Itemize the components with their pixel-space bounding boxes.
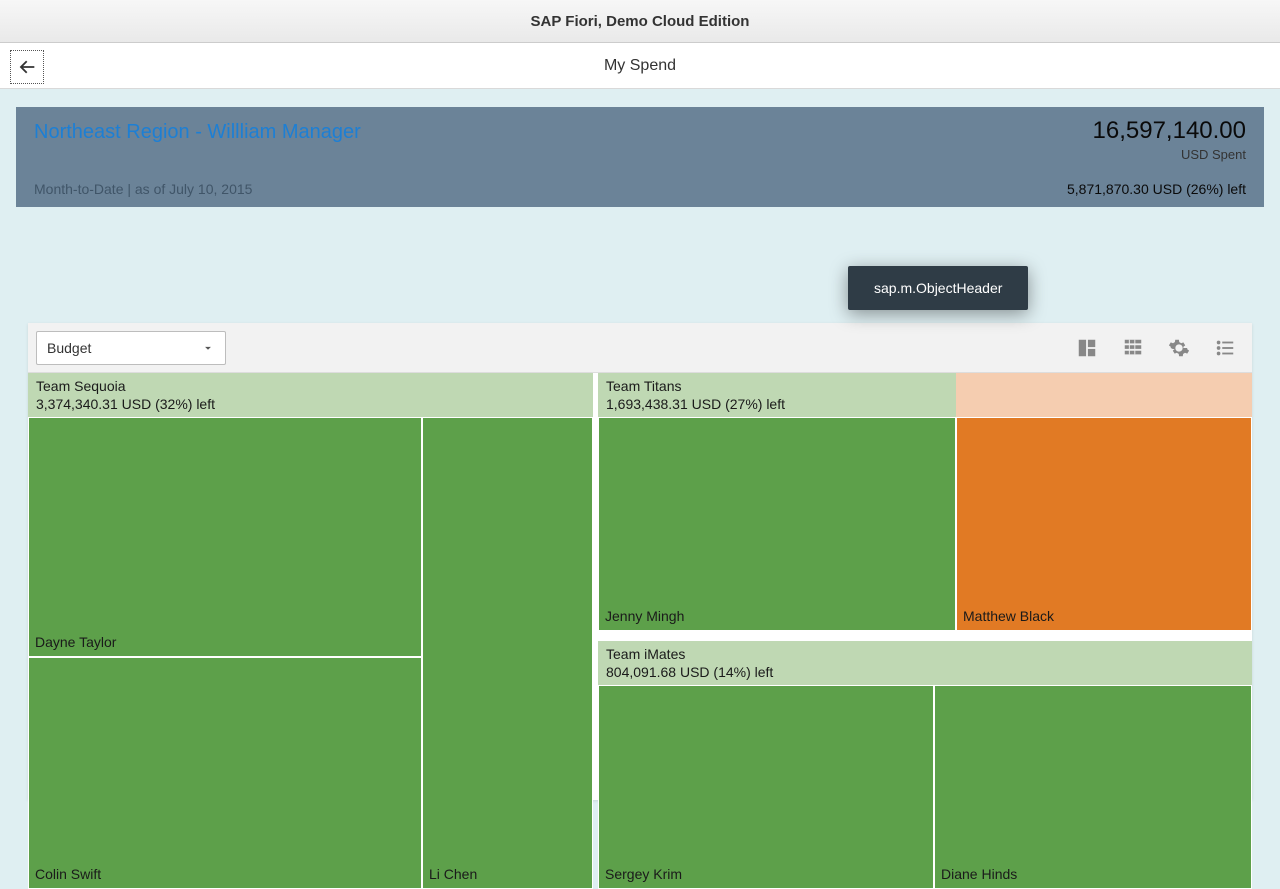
team-name: Team Sequoia [36,378,585,396]
treemap-toolbar: Budget [28,323,1252,373]
treemap-view-icon[interactable] [1076,337,1098,359]
object-header-amount: 16,597,140.00 [1093,117,1246,145]
tile-label: Colin Swift [35,866,101,882]
measure-select[interactable]: Budget [36,331,226,365]
inspector-tooltip: sap.m.ObjectHeader [848,266,1028,310]
team-summary: 804,091.68 USD (14%) left [606,664,1244,682]
object-header-remaining: 5,871,870.30 USD (26%) left [1067,181,1246,197]
tile-label: Jenny Mingh [605,608,684,624]
team-name: Team iMates [606,646,1244,664]
page-content: Northeast Region - Willliam Manager Mont… [0,89,1280,800]
tile-label: Li Chen [429,866,477,882]
list-view-icon[interactable] [1214,337,1236,359]
treemap-panel: Budget Team Sequoia 3,374,340.31 USD (32… [28,323,1252,800]
page-header: My Spend [0,43,1280,89]
object-header-title[interactable]: Northeast Region - Willliam Manager [34,121,1246,144]
team-summary: 3,374,340.31 USD (32%) left [36,396,585,414]
gear-icon[interactable] [1168,337,1190,359]
back-button[interactable] [10,50,44,84]
back-arrow-icon [16,56,38,78]
shell-header: SAP Fiori, Demo Cloud Edition [0,0,1280,43]
tile-sergey-krim[interactable]: Sergey Krim [598,685,934,889]
tile-label: Diane Hinds [941,866,1017,882]
tile-matthew-black[interactable]: Matthew Black [956,417,1252,631]
object-header-amount-unit: USD Spent [1093,147,1246,162]
chevron-down-icon [201,341,215,355]
team-name: Team Titans [606,378,948,396]
team-header-imates[interactable]: Team iMates 804,091.68 USD (14%) left [598,641,1252,685]
tile-dayne-taylor[interactable]: Dayne Taylor [28,417,422,657]
tile-colin-swift[interactable]: Colin Swift [28,657,422,889]
team-header-titans-orange[interactable] [956,373,1252,417]
object-header-subtitle: Month-to-Date | as of July 10, 2015 [34,181,252,197]
team-summary: 1,693,438.31 USD (27%) left [606,396,948,414]
table-view-icon[interactable] [1122,337,1144,359]
object-header: Northeast Region - Willliam Manager Mont… [16,107,1264,207]
treemap: Team Sequoia 3,374,340.31 USD (32%) left… [28,373,1252,800]
tile-label: Sergey Krim [605,866,682,882]
team-header-titans[interactable]: Team Titans 1,693,438.31 USD (27%) left [598,373,956,417]
page-title: My Spend [604,57,676,75]
tile-li-chen[interactable]: Li Chen [422,417,593,889]
tile-diane-hinds[interactable]: Diane Hinds [934,685,1252,889]
tile-jenny-mingh[interactable]: Jenny Mingh [598,417,956,631]
shell-title: SAP Fiori, Demo Cloud Edition [531,13,750,30]
team-header-sequoia[interactable]: Team Sequoia 3,374,340.31 USD (32%) left [28,373,593,417]
tile-label: Matthew Black [963,608,1054,624]
measure-select-label: Budget [47,340,91,356]
tile-label: Dayne Taylor [35,634,116,650]
